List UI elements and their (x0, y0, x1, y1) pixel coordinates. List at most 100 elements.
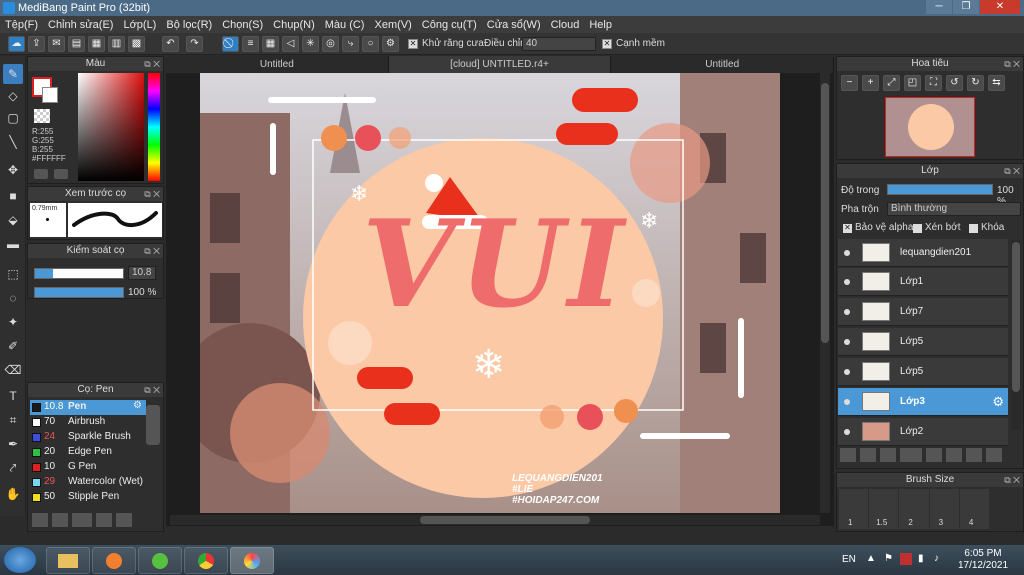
brush-item-stipple[interactable]: 50 Stipple Pen (30, 490, 146, 505)
brush-add-icon[interactable] (32, 513, 48, 527)
text-tool-icon[interactable]: T (3, 386, 23, 406)
vertical-scrollbar[interactable] (820, 73, 830, 513)
brush-size-option[interactable]: 2 (899, 489, 929, 529)
brush-item-pen[interactable]: 10.8 Pen ⚙ (30, 400, 146, 415)
gear-icon[interactable]: ⚙ (133, 400, 142, 411)
fit-icon[interactable]: ⤢ (883, 75, 900, 91)
horizontal-scrollbar[interactable] (170, 515, 820, 525)
panel-close-icon[interactable]: ⧉ ✕ (144, 383, 160, 397)
actual-size-icon[interactable]: ◰ (904, 75, 921, 91)
select-pen-icon[interactable]: ✐ (3, 336, 23, 356)
divide-tool-icon[interactable]: ⌗ (3, 410, 23, 430)
panels-icon[interactable]: ▥ (108, 36, 125, 52)
folder-icon[interactable] (926, 448, 942, 462)
panel-close-icon[interactable]: ⧉ ✕ (1004, 57, 1020, 71)
visibility-icon[interactable] (844, 429, 850, 435)
visibility-icon[interactable] (844, 339, 850, 345)
select-eraser-icon[interactable]: ⌫ (3, 360, 23, 380)
tray-arrow-icon[interactable]: ▲ (866, 553, 876, 564)
cloud-icon[interactable]: ☁ (8, 36, 25, 52)
navigator-thumbnail[interactable] (885, 97, 975, 157)
page-icon[interactable]: ▤ (68, 36, 85, 52)
panel-close-icon[interactable]: ⧉ ✕ (144, 244, 160, 258)
alpha-protect-checkbox[interactable]: ✕ (843, 224, 852, 233)
settings-icon[interactable]: ⚙ (382, 36, 399, 52)
color-history-icon[interactable] (54, 169, 68, 179)
saturation-picker[interactable] (78, 73, 144, 181)
menu-snap[interactable]: Chụp(N) (268, 19, 320, 31)
brush-tool-icon[interactable]: ✎ (3, 64, 23, 84)
layer-menu-icon[interactable] (900, 448, 922, 462)
soft-edge-checkbox[interactable]: ✕ (602, 39, 612, 49)
brush-opacity-slider[interactable] (34, 287, 124, 298)
brush-list-scrollbar[interactable] (146, 405, 160, 445)
panel-close-icon[interactable]: ⧉ ✕ (1004, 164, 1020, 178)
layer-scrollbar[interactable] (1011, 240, 1021, 430)
tab-untitled-2[interactable]: Untitled (611, 56, 835, 73)
move-tool-icon[interactable]: ✥ (3, 160, 23, 180)
perspective-snap-icon[interactable]: ◁ (282, 36, 299, 52)
close-button[interactable]: ✕ (980, 0, 1020, 14)
flip-icon[interactable]: ⇆ (988, 75, 1005, 91)
maximize-button[interactable]: ❐ (953, 0, 979, 14)
new-8bit-layer-icon[interactable] (880, 448, 896, 462)
menu-color[interactable]: Màu (C) (320, 19, 370, 31)
hue-slider[interactable] (148, 73, 160, 181)
layer-row[interactable]: Lớp5 (838, 358, 1008, 386)
vivaldi-tray-icon[interactable] (900, 553, 912, 565)
layer-row[interactable]: Lớp7 (838, 298, 1008, 326)
brush-size-value[interactable]: 10.8 (128, 266, 156, 280)
transparent-swatch[interactable] (34, 109, 50, 123)
delete-layer-icon[interactable] (986, 448, 1002, 462)
file-explorer-icon[interactable] (46, 547, 90, 574)
layer-opacity-slider[interactable] (887, 184, 993, 195)
brush-item-edge-pen[interactable]: 20 Edge Pen (30, 445, 146, 460)
browser-app-icon[interactable] (138, 547, 182, 574)
share-icon[interactable]: ⇪ (28, 36, 45, 52)
language-indicator[interactable]: EN (842, 554, 856, 565)
panel-close-icon[interactable]: ⧉ ✕ (144, 57, 160, 71)
duplicate-layer-icon[interactable] (946, 448, 962, 462)
visibility-icon[interactable] (844, 309, 850, 315)
zoom-in-icon[interactable]: + (862, 75, 879, 91)
new-layer-icon[interactable] (840, 448, 856, 462)
brush-size-option[interactable]: 4 (959, 489, 990, 529)
brush-item-airbrush[interactable]: 70 Airbrush (30, 415, 146, 430)
comment-icon[interactable]: ✉ (48, 36, 65, 52)
menu-window[interactable]: Cửa sổ(W) (482, 19, 546, 31)
brush-item-sparkle[interactable]: 24 Sparkle Brush (30, 430, 146, 445)
menu-cloud[interactable]: Cloud (546, 19, 585, 31)
layer-row[interactable]: Lớp1 (838, 268, 1008, 296)
undo-icon[interactable]: ↶ (162, 36, 179, 52)
new-halftone-layer-icon[interactable] (860, 448, 876, 462)
rectangle-tool-icon[interactable]: ▢ (3, 108, 23, 128)
gear-icon[interactable]: ⚙ (992, 394, 1004, 410)
brush-new-icon[interactable] (52, 513, 68, 527)
menu-view[interactable]: Xem(V) (369, 19, 416, 31)
brush-size-option[interactable]: 1.5 (869, 489, 899, 529)
menu-edit[interactable]: Chỉnh sửa(E) (43, 19, 118, 31)
antialias-checkbox[interactable]: ✕ (408, 39, 418, 49)
fill-rect-icon[interactable]: ■ (3, 186, 23, 206)
grid-snap-icon[interactable]: ▦ (262, 36, 279, 52)
flag-icon[interactable]: ⚑ (884, 553, 893, 564)
redo-icon[interactable]: ↷ (186, 36, 203, 52)
parallel-snap-icon[interactable]: ≡ (242, 36, 259, 52)
visibility-icon[interactable] (844, 399, 850, 405)
eyedropper-icon[interactable]: ✒ (3, 434, 23, 454)
lasso-tool-icon[interactable]: ◌ (3, 288, 23, 308)
snap-off-icon[interactable]: ⃠ (222, 36, 239, 52)
dot-tool-icon[interactable]: ╲ (3, 132, 23, 152)
network-icon[interactable]: ▮ (918, 553, 924, 564)
grid-icon[interactable]: ▩ (128, 36, 145, 52)
brush-menu-icon[interactable] (72, 513, 92, 527)
secondary-color-swatch[interactable] (42, 87, 58, 103)
visibility-icon[interactable] (844, 369, 850, 375)
layer-row[interactable]: Lớp2 (838, 418, 1008, 446)
brush-edit-icon[interactable]: ⤤ (3, 458, 23, 478)
volume-icon[interactable]: ♪ (934, 553, 939, 564)
brush-size-option[interactable]: 1 (839, 489, 869, 529)
rotate-right-icon[interactable]: ↻ (967, 75, 984, 91)
merge-layer-icon[interactable] (966, 448, 982, 462)
clip-checkbox[interactable] (913, 224, 922, 233)
